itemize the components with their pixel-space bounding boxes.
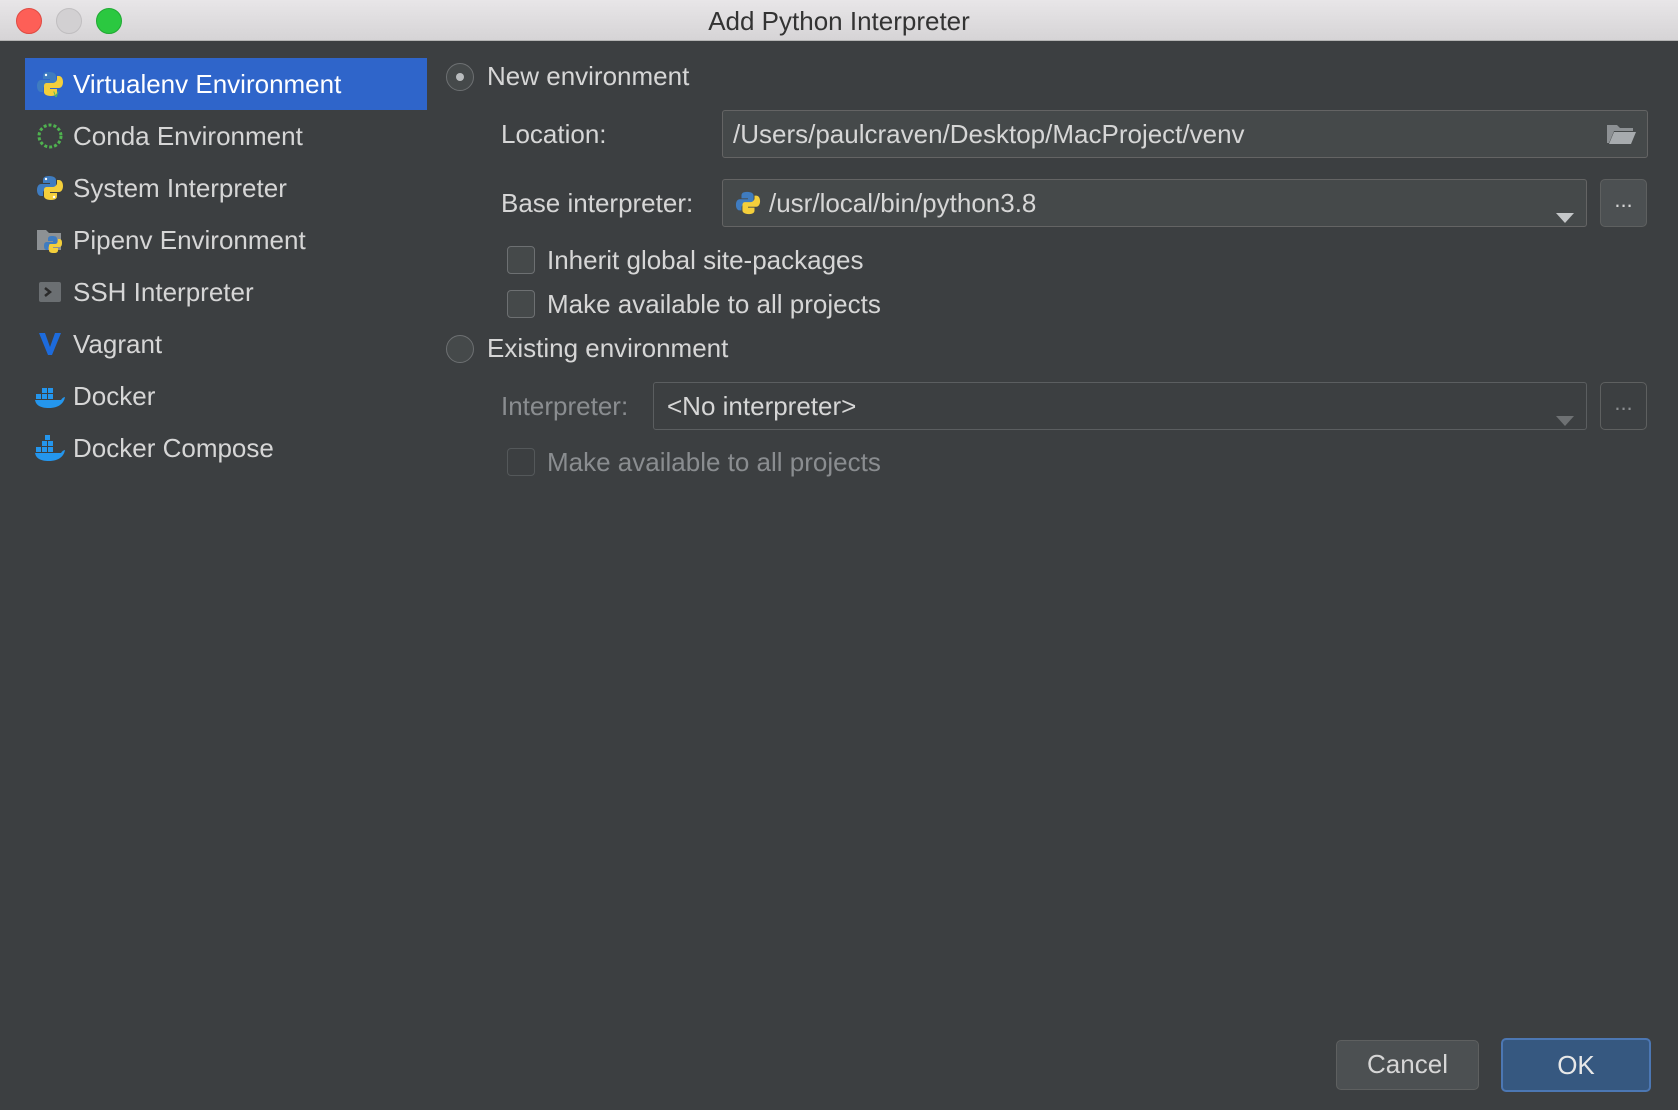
sidebar-item-docker[interactable]: Docker (25, 370, 427, 422)
chevron-down-icon (1556, 402, 1574, 433)
sidebar-item-conda[interactable]: Conda Environment (25, 110, 427, 162)
sidebar-item-docker-compose[interactable]: Docker Compose (25, 422, 427, 474)
sidebar-item-vagrant[interactable]: Vagrant (25, 318, 427, 370)
base-interpreter-dropdown[interactable]: /usr/local/bin/python3.8 (722, 179, 1587, 227)
sidebar-item-ssh[interactable]: SSH Interpreter (25, 266, 427, 318)
add-python-interpreter-dialog: Add Python Interpreter v Virtualenv Envi… (0, 0, 1678, 1110)
interpreter-browse-button[interactable]: ... (1600, 382, 1647, 430)
make-available-checkbox[interactable] (507, 290, 535, 318)
interpreter-value: <No interpreter> (667, 390, 857, 421)
ok-button[interactable]: OK (1501, 1038, 1651, 1092)
existing-environment-label: Existing environment (487, 333, 729, 363)
base-interpreter-browse-button[interactable]: ... (1600, 179, 1647, 227)
sidebar-item-system-interpreter[interactable]: System Interpreter (25, 162, 427, 214)
vagrant-icon (35, 329, 65, 359)
base-interpreter-value: /usr/local/bin/python3.8 (769, 187, 1037, 218)
python-venv-icon: v (35, 69, 65, 99)
sidebar-item-label: Conda Environment (73, 120, 303, 151)
window-title: Add Python Interpreter (708, 6, 970, 36)
chevron-down-icon (1556, 199, 1574, 230)
terminal-icon (35, 277, 65, 307)
sidebar-item-label: Pipenv Environment (73, 224, 306, 255)
python-icon (735, 190, 761, 216)
pipenv-icon (35, 225, 65, 255)
make-available-label: Make available to all projects (547, 289, 881, 319)
location-field[interactable]: /Users/paulcraven/Desktop/MacProject/ven… (722, 110, 1648, 158)
sidebar-item-label: Docker (73, 380, 156, 411)
cancel-button[interactable]: Cancel (1336, 1040, 1479, 1090)
python-icon (35, 173, 65, 203)
existing-make-available-checkbox[interactable] (507, 448, 535, 476)
new-environment-label: New environment (487, 61, 690, 91)
docker-icon (35, 381, 65, 411)
radio-selected-dot (456, 73, 464, 81)
interpreter-dropdown[interactable]: <No interpreter> (653, 382, 1587, 430)
docker-compose-icon (35, 433, 65, 463)
base-interpreter-label: Base interpreter: (501, 188, 694, 218)
interpreter-label: Interpreter: (501, 391, 629, 421)
existing-environment-radio[interactable] (446, 335, 474, 363)
location-value: /Users/paulcraven/Desktop/MacProject/ven… (733, 118, 1245, 149)
sidebar-item-pipenv[interactable]: Pipenv Environment (25, 214, 427, 266)
svg-text:v: v (53, 89, 59, 98)
sidebar-item-label: SSH Interpreter (73, 276, 254, 307)
existing-make-available-label: Make available to all projects (547, 447, 881, 477)
sidebar-item-label: Virtualenv Environment (73, 68, 342, 99)
location-label: Location: (501, 119, 607, 149)
conda-icon (35, 121, 65, 151)
sidebar-item-virtualenv[interactable]: v Virtualenv Environment (25, 58, 427, 110)
folder-icon[interactable] (1605, 121, 1637, 154)
sidebar-item-label: System Interpreter (73, 172, 287, 203)
sidebar-item-label: Docker Compose (73, 432, 274, 463)
inherit-global-site-packages-checkbox[interactable] (507, 246, 535, 274)
title-bar: Add Python Interpreter (0, 0, 1678, 41)
sidebar-item-label: Vagrant (73, 328, 163, 359)
new-environment-radio[interactable] (446, 63, 474, 91)
inherit-global-site-packages-label: Inherit global site-packages (547, 245, 864, 275)
